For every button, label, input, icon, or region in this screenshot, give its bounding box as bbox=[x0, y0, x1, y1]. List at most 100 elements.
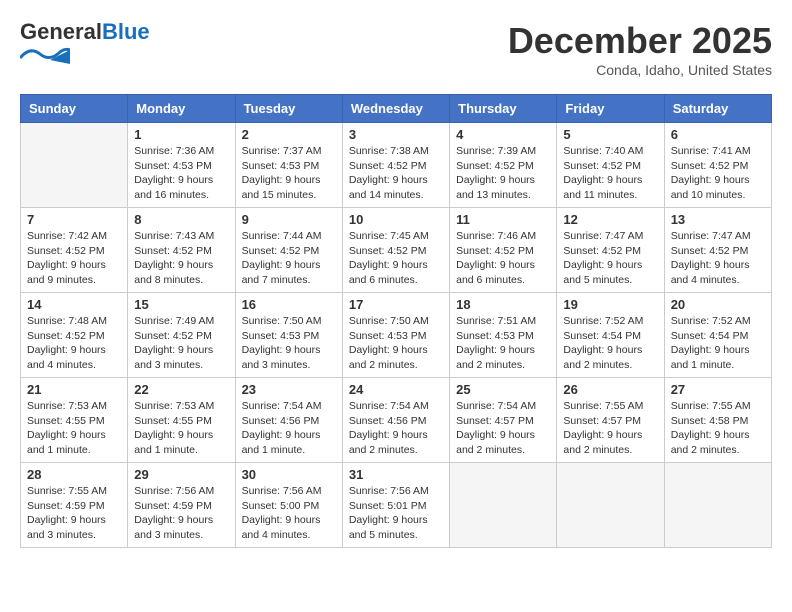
location-text: Conda, Idaho, United States bbox=[508, 62, 772, 78]
title-block: December 2025 Conda, Idaho, United State… bbox=[508, 20, 772, 78]
day-info: Sunrise: 7:46 AMSunset: 4:52 PMDaylight:… bbox=[456, 229, 550, 288]
week-row-1: 1 Sunrise: 7:36 AMSunset: 4:53 PMDaylight… bbox=[21, 123, 772, 208]
column-header-saturday: Saturday bbox=[664, 95, 771, 123]
day-number: 10 bbox=[349, 212, 443, 227]
calendar-cell: 9 Sunrise: 7:44 AMSunset: 4:52 PMDaylight… bbox=[235, 208, 342, 293]
day-info: Sunrise: 7:56 AMSunset: 4:59 PMDaylight:… bbox=[134, 484, 228, 543]
calendar-cell: 8 Sunrise: 7:43 AMSunset: 4:52 PMDaylight… bbox=[128, 208, 235, 293]
week-row-4: 21 Sunrise: 7:53 AMSunset: 4:55 PMDayligh… bbox=[21, 378, 772, 463]
week-row-3: 14Sunrise: 7:48 AMSunset: 4:52 PMDayligh… bbox=[21, 293, 772, 378]
calendar-cell bbox=[557, 463, 664, 548]
day-number: 6 bbox=[671, 127, 765, 142]
day-info: Sunrise: 7:54 AMSunset: 4:57 PMDaylight:… bbox=[456, 399, 550, 458]
calendar-cell: 11 Sunrise: 7:46 AMSunset: 4:52 PMDayligh… bbox=[450, 208, 557, 293]
day-number: 12 bbox=[563, 212, 657, 227]
day-info: Sunrise: 7:42 AMSunset: 4:52 PMDaylight:… bbox=[27, 229, 121, 288]
calendar-cell: 27 Sunrise: 7:55 AMSunset: 4:58 PMDayligh… bbox=[664, 378, 771, 463]
day-info: Sunrise: 7:53 AMSunset: 4:55 PMDaylight:… bbox=[134, 399, 228, 458]
day-number: 24 bbox=[349, 382, 443, 397]
month-title: December 2025 bbox=[508, 20, 772, 62]
day-number: 27 bbox=[671, 382, 765, 397]
day-info: Sunrise: 7:54 AMSunset: 4:56 PMDaylight:… bbox=[349, 399, 443, 458]
calendar-cell: 2 Sunrise: 7:37 AMSunset: 4:53 PMDaylight… bbox=[235, 123, 342, 208]
calendar-cell: 30 Sunrise: 7:56 AMSunset: 5:00 PMDayligh… bbox=[235, 463, 342, 548]
day-number: 31 bbox=[349, 467, 443, 482]
calendar-cell: 20 Sunrise: 7:52 AMSunset: 4:54 PMDayligh… bbox=[664, 293, 771, 378]
calendar-cell: 25Sunrise: 7:54 AMSunset: 4:57 PMDayligh… bbox=[450, 378, 557, 463]
day-info: Sunrise: 7:44 AMSunset: 4:52 PMDaylight:… bbox=[242, 229, 336, 288]
day-info: Sunrise: 7:56 AMSunset: 5:00 PMDaylight:… bbox=[242, 484, 336, 543]
column-header-tuesday: Tuesday bbox=[235, 95, 342, 123]
day-number: 4 bbox=[456, 127, 550, 142]
column-header-wednesday: Wednesday bbox=[342, 95, 449, 123]
day-info: Sunrise: 7:50 AMSunset: 4:53 PMDaylight:… bbox=[242, 314, 336, 373]
day-info: Sunrise: 7:49 AMSunset: 4:52 PMDaylight:… bbox=[134, 314, 228, 373]
day-number: 5 bbox=[563, 127, 657, 142]
column-header-sunday: Sunday bbox=[21, 95, 128, 123]
day-info: Sunrise: 7:55 AMSunset: 4:59 PMDaylight:… bbox=[27, 484, 121, 543]
calendar-cell: 12 Sunrise: 7:47 AMSunset: 4:52 PMDayligh… bbox=[557, 208, 664, 293]
column-header-friday: Friday bbox=[557, 95, 664, 123]
calendar-cell: 4 Sunrise: 7:39 AMSunset: 4:52 PMDaylight… bbox=[450, 123, 557, 208]
day-number: 2 bbox=[242, 127, 336, 142]
day-info: Sunrise: 7:38 AMSunset: 4:52 PMDaylight:… bbox=[349, 144, 443, 203]
day-number: 13 bbox=[671, 212, 765, 227]
day-info: Sunrise: 7:39 AMSunset: 4:52 PMDaylight:… bbox=[456, 144, 550, 203]
day-info: Sunrise: 7:53 AMSunset: 4:55 PMDaylight:… bbox=[27, 399, 121, 458]
column-header-monday: Monday bbox=[128, 95, 235, 123]
day-number: 3 bbox=[349, 127, 443, 142]
calendar-cell bbox=[450, 463, 557, 548]
day-info: Sunrise: 7:48 AMSunset: 4:52 PMDaylight:… bbox=[27, 314, 121, 373]
day-number: 22 bbox=[134, 382, 228, 397]
day-info: Sunrise: 7:52 AMSunset: 4:54 PMDaylight:… bbox=[671, 314, 765, 373]
day-info: Sunrise: 7:37 AMSunset: 4:53 PMDaylight:… bbox=[242, 144, 336, 203]
day-number: 11 bbox=[456, 212, 550, 227]
calendar-cell: 16Sunrise: 7:50 AMSunset: 4:53 PMDayligh… bbox=[235, 293, 342, 378]
day-info: Sunrise: 7:47 AMSunset: 4:52 PMDaylight:… bbox=[671, 229, 765, 288]
calendar-cell: 18 Sunrise: 7:51 AMSunset: 4:53 PMDayligh… bbox=[450, 293, 557, 378]
day-number: 28 bbox=[27, 467, 121, 482]
day-number: 19 bbox=[563, 297, 657, 312]
logo: GeneralBlue bbox=[20, 20, 150, 64]
day-number: 7 bbox=[27, 212, 121, 227]
day-number: 9 bbox=[242, 212, 336, 227]
day-number: 1 bbox=[134, 127, 228, 142]
day-info: Sunrise: 7:54 AMSunset: 4:56 PMDaylight:… bbox=[242, 399, 336, 458]
day-info: Sunrise: 7:41 AMSunset: 4:52 PMDaylight:… bbox=[671, 144, 765, 203]
calendar-cell: 24 Sunrise: 7:54 AMSunset: 4:56 PMDayligh… bbox=[342, 378, 449, 463]
week-row-2: 7 Sunrise: 7:42 AMSunset: 4:52 PMDaylight… bbox=[21, 208, 772, 293]
day-info: Sunrise: 7:52 AMSunset: 4:54 PMDaylight:… bbox=[563, 314, 657, 373]
day-number: 21 bbox=[27, 382, 121, 397]
day-number: 15 bbox=[134, 297, 228, 312]
day-info: Sunrise: 7:36 AMSunset: 4:53 PMDaylight:… bbox=[134, 144, 228, 203]
calendar-cell: 28 Sunrise: 7:55 AMSunset: 4:59 PMDayligh… bbox=[21, 463, 128, 548]
day-info: Sunrise: 7:43 AMSunset: 4:52 PMDaylight:… bbox=[134, 229, 228, 288]
calendar-table: SundayMondayTuesdayWednesdayThursdayFrid… bbox=[20, 94, 772, 548]
day-info: Sunrise: 7:47 AMSunset: 4:52 PMDaylight:… bbox=[563, 229, 657, 288]
day-info: Sunrise: 7:56 AMSunset: 5:01 PMDaylight:… bbox=[349, 484, 443, 543]
day-number: 8 bbox=[134, 212, 228, 227]
day-number: 29 bbox=[134, 467, 228, 482]
day-info: Sunrise: 7:51 AMSunset: 4:53 PMDaylight:… bbox=[456, 314, 550, 373]
calendar-cell bbox=[664, 463, 771, 548]
day-info: Sunrise: 7:55 AMSunset: 4:58 PMDaylight:… bbox=[671, 399, 765, 458]
day-number: 30 bbox=[242, 467, 336, 482]
day-number: 18 bbox=[456, 297, 550, 312]
day-number: 26 bbox=[563, 382, 657, 397]
calendar-cell: 14Sunrise: 7:48 AMSunset: 4:52 PMDayligh… bbox=[21, 293, 128, 378]
calendar-cell: 13 Sunrise: 7:47 AMSunset: 4:52 PMDayligh… bbox=[664, 208, 771, 293]
calendar-cell: 3 Sunrise: 7:38 AMSunset: 4:52 PMDaylight… bbox=[342, 123, 449, 208]
calendar-cell: 29 Sunrise: 7:56 AMSunset: 4:59 PMDayligh… bbox=[128, 463, 235, 548]
day-info: Sunrise: 7:50 AMSunset: 4:53 PMDaylight:… bbox=[349, 314, 443, 373]
calendar-cell: 31 Sunrise: 7:56 AMSunset: 5:01 PMDayligh… bbox=[342, 463, 449, 548]
calendar-cell: 5Sunrise: 7:40 AMSunset: 4:52 PMDaylight… bbox=[557, 123, 664, 208]
logo-wave-icon bbox=[20, 46, 70, 64]
day-number: 20 bbox=[671, 297, 765, 312]
week-row-5: 28 Sunrise: 7:55 AMSunset: 4:59 PMDayligh… bbox=[21, 463, 772, 548]
calendar-header-row: SundayMondayTuesdayWednesdayThursdayFrid… bbox=[21, 95, 772, 123]
calendar-cell: 19 Sunrise: 7:52 AMSunset: 4:54 PMDayligh… bbox=[557, 293, 664, 378]
calendar-cell: 1 Sunrise: 7:36 AMSunset: 4:53 PMDaylight… bbox=[128, 123, 235, 208]
logo-blue-text: Blue bbox=[102, 19, 150, 44]
calendar-cell: 10 Sunrise: 7:45 AMSunset: 4:52 PMDayligh… bbox=[342, 208, 449, 293]
day-info: Sunrise: 7:45 AMSunset: 4:52 PMDaylight:… bbox=[349, 229, 443, 288]
